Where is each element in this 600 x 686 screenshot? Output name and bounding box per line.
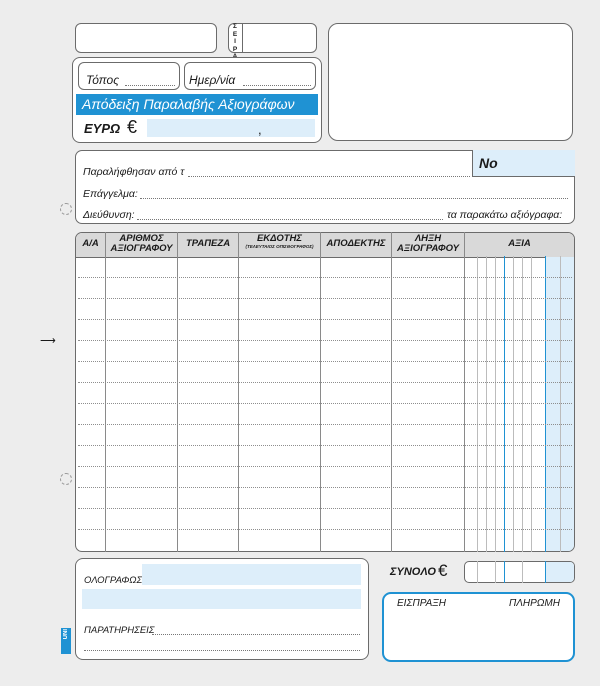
number-label: Νο [479, 155, 498, 171]
col-header-check-number: ΑΡΙΘΜΟΣ ΑΞΙΟΓΡΑΦΟΥ [106, 234, 177, 254]
column-divider [105, 232, 106, 552]
address-label: Διεύθυνση: [83, 209, 135, 221]
brand-logo-text: UNI [63, 629, 69, 640]
col-header-value: ΑΞΙΑ [465, 239, 574, 249]
col-header-text: ΑΞΙΟΓΡΑΦΟΥ [396, 243, 460, 254]
place-label: Τόπος [86, 73, 120, 87]
col-header-bank: ΤΡΑΠΕΖΑ [178, 239, 238, 249]
received-from-label: Παραλήφθησαν από τ [83, 166, 185, 178]
total-cents-shade [545, 562, 574, 582]
table-row-line [78, 487, 572, 488]
in-words-field-1[interactable] [142, 564, 361, 585]
column-divider [391, 232, 392, 552]
col-header-text: ΑΠΟΔΕΚΤΗΣ [326, 238, 386, 249]
table-row-line [78, 529, 572, 530]
series-letter: Ε [232, 30, 238, 38]
column-divider [464, 232, 465, 552]
arrow-right-icon: ⟶ [40, 335, 56, 347]
table-row-line [78, 382, 572, 383]
total-euro-icon: € [438, 561, 448, 580]
amount-field[interactable] [147, 119, 315, 137]
profession-line[interactable] [140, 198, 568, 199]
in-words-field-2[interactable] [82, 589, 361, 609]
series-letter: Ρ [232, 45, 238, 53]
col-header-text: ΤΡΑΠΕΖΑ [185, 238, 231, 249]
series-label-box: Σ Ε Ι Ρ Α [228, 23, 243, 60]
following-checks-label: τα παρακάτω αξιόγραφα: [447, 209, 563, 221]
document-title: Απόδειξη Παραλαβής Αξιογράφων [76, 94, 318, 115]
remarks-label: ΠΑΡΑΤΗΡΗΣΕΙΣ [84, 625, 155, 636]
remarks-line-2[interactable] [84, 650, 360, 651]
in-words-label: ΟΛΟΓΡΑΦΩΣ [84, 575, 143, 586]
total-field[interactable] [464, 561, 575, 583]
table-row-line [78, 277, 572, 278]
received-from-line[interactable] [188, 176, 470, 177]
checks-table [75, 232, 575, 552]
euro-icon: € [127, 117, 138, 137]
profession-label: Επάγγελμα: [83, 188, 138, 200]
column-divider [238, 232, 239, 552]
series-label: Σ Ε Ι Ρ Α [228, 23, 242, 61]
table-row-line [78, 298, 572, 299]
place-field[interactable]: Τόπος [78, 62, 180, 90]
col-header-text: ΑΞΙΑ [508, 238, 531, 249]
total-digit-divider [522, 561, 523, 583]
col-header-text: ΑΞΙΟΓΡΑΦΟΥ [110, 243, 173, 254]
col-header-text: Α/Α [82, 238, 99, 249]
col-header-aa: Α/Α [76, 239, 105, 249]
remarks-line-1[interactable] [152, 634, 360, 635]
table-row-line [78, 361, 572, 362]
date-label: Ημερ/νία [189, 73, 236, 87]
issuer-stamp-box[interactable] [328, 23, 573, 141]
total-thousands-divider [504, 561, 505, 583]
total-label: ΣΥΝΟΛΟ [390, 566, 436, 578]
col-header-payee: ΑΠΟΔΕΚΤΗΣ [321, 239, 391, 249]
series-left-field[interactable] [75, 23, 217, 53]
series-letter: Ι [234, 38, 236, 45]
date-field[interactable]: Ημερ/νία [184, 62, 316, 90]
table-row-line [78, 508, 572, 509]
table-row-line [78, 424, 572, 425]
col-header-maturity: ΛΗΞΗ ΑΞΙΟΓΡΑΦΟΥ [392, 234, 464, 254]
column-divider [320, 232, 321, 552]
date-dotted-line [243, 85, 311, 86]
brand-logo: UNI [61, 628, 71, 654]
series-letter: Σ [233, 23, 237, 30]
total-digit-divider [495, 561, 496, 583]
collection-label: ΕΙΣΠΡΑΞΗ [397, 598, 446, 609]
binder-hole [60, 473, 72, 485]
amount-decimal-comma: , [258, 122, 262, 137]
place-dotted-line [125, 85, 175, 86]
binder-hole [60, 203, 72, 215]
col-header-issuer: ΕΚΔΟΤΗΣ (ΤΕΛΕΥΤΑΙΟΣ ΟΠΙΣΘΟΓΡΑΦΟΣ) [239, 233, 320, 250]
table-row-line [78, 403, 572, 404]
table-row-line [78, 466, 572, 467]
col-header-subtext: (ΤΕΛΕΥΤΑΙΟΣ ΟΠΙΣΘΟΓΡΑΦΟΣ) [245, 244, 314, 249]
column-divider [177, 232, 178, 552]
table-row-line [78, 319, 572, 320]
currency-label: ΕΥΡΩ [84, 121, 121, 136]
col-header-text: ΕΚΔΟΤΗΣ [256, 233, 303, 244]
payment-label: ΠΛΗΡΩΜΗ [509, 598, 560, 609]
table-row-line [78, 340, 572, 341]
table-row-line [78, 445, 572, 446]
total-decimal-divider [545, 561, 546, 583]
address-line[interactable] [137, 219, 443, 220]
total-digit-divider [477, 561, 478, 583]
